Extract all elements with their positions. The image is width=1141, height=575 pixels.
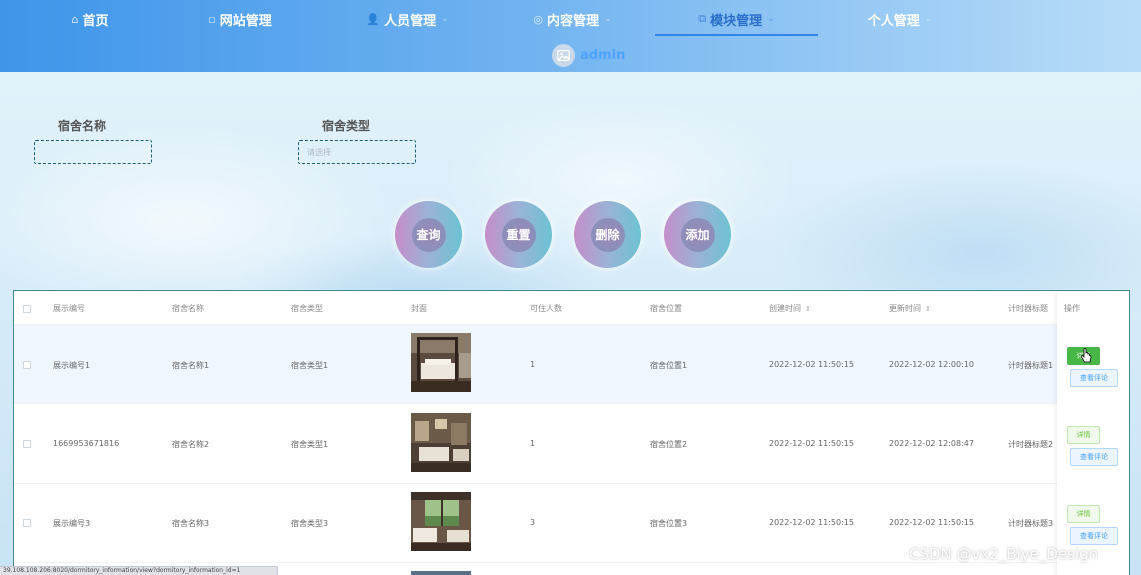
nav-label: 人员管理 — [384, 13, 437, 29]
cell-location: 宿舍位置1 — [650, 361, 688, 370]
cell-created: 2022-12-02 11:50:15 — [769, 439, 854, 448]
reset-button-label: 重置 — [501, 217, 536, 252]
browser-status-url: 39.108.108.206:8020/dormitory_informatio… — [0, 566, 278, 575]
image-icon — [557, 50, 570, 61]
cell-timer: 计时器标题3 — [1008, 519, 1054, 528]
cell-updated: 2022-12-02 12:08:47 — [889, 439, 974, 448]
nav-item-personal[interactable]: 个人管理 ⌄ — [855, 0, 945, 38]
nav-item-website[interactable]: ▫ 网站管理 — [190, 0, 290, 38]
select-all-checkbox[interactable] — [23, 305, 31, 313]
nav-item-people[interactable]: 👤 人员管理 ⌄ — [355, 0, 460, 38]
cell-name: 宿舍名称1 — [172, 361, 210, 370]
row-checkbox[interactable] — [23, 440, 31, 448]
view-comments-button[interactable]: 查看评论 — [1070, 527, 1118, 545]
cell-code: 1669953671816 — [53, 439, 120, 448]
col-capacity: 可住人数 — [530, 304, 562, 313]
cover-image — [411, 571, 471, 575]
user-icon: 👤 — [366, 12, 381, 26]
main-nav: ⌂ 首页 ▫ 网站管理 👤 人员管理 ⌄ ◎ 内容管理 ⌄ ⧉ 模块管理 ⌄ 个… — [0, 0, 1141, 38]
cell-timer: 计时器标题1 — [1008, 361, 1054, 370]
detail-button[interactable]: 详情 — [1067, 426, 1100, 444]
dorm-table: 展示编号 宿舍名称 宿舍类型 封面 可住人数 宿舍位置 创建时间 ⇕ 更新时间 ⇕ … — [13, 290, 1130, 575]
cell-updated: 2022-12-02 11:50:15 — [889, 518, 974, 527]
view-comments-button[interactable]: 查看评论 — [1070, 369, 1118, 387]
nav-label: 网站管理 — [219, 13, 272, 29]
cell-type: 宿舍类型1 — [291, 440, 329, 449]
cell-created: 2022-12-02 11:50:15 — [769, 518, 854, 527]
nav-item-home[interactable]: ⌂ 首页 — [45, 0, 135, 38]
top-navbar: ⌂ 首页 ▫ 网站管理 👤 人员管理 ⌄ ◎ 内容管理 ⌄ ⧉ 模块管理 ⌄ 个… — [0, 0, 1141, 72]
operations-column: 操作 详情 查看评论 详情 查看评论 详情 查看评论 — [1057, 291, 1129, 575]
delete-button-label: 删除 — [590, 217, 625, 252]
table-header: 展示编号 宿舍名称 宿舍类型 封面 可住人数 宿舍位置 创建时间 ⇕ 更新时间 ⇕ … — [14, 291, 1129, 325]
nav-label: 个人管理 — [867, 13, 920, 29]
cell-code: 展示编号3 — [53, 519, 91, 528]
col-updated-label: 更新时间 — [889, 304, 921, 313]
col-created[interactable]: 创建时间 ⇕ — [769, 303, 811, 314]
cell-capacity: 1 — [530, 439, 536, 448]
col-updated[interactable]: 更新时间 ⇕ — [889, 303, 931, 314]
cover-image[interactable] — [411, 333, 471, 392]
col-name: 宿舍名称 — [172, 304, 204, 313]
cell-created: 2022-12-02 11:50:15 — [769, 360, 854, 369]
col-timer: 计时器标题 — [1008, 304, 1048, 313]
col-type: 宿舍类型 — [291, 304, 323, 313]
home-icon: ⌂ — [71, 12, 79, 26]
cell-updated: 2022-12-02 12:00:10 — [889, 360, 974, 369]
username: admin — [580, 48, 626, 63]
cell-capacity: 3 — [530, 518, 536, 527]
nav-label: 内容管理 — [547, 13, 600, 29]
hand-cursor-icon — [1080, 348, 1092, 363]
cell-location: 宿舍位置3 — [650, 519, 688, 528]
cell-capacity: 1 — [530, 360, 536, 369]
delete-button[interactable]: 删除 — [574, 201, 641, 268]
query-button[interactable]: 查询 — [395, 201, 462, 268]
add-button-label: 添加 — [680, 217, 715, 252]
view-comments-button[interactable]: 查看评论 — [1070, 448, 1118, 466]
col-ops: 操作 — [1064, 304, 1080, 313]
row-checkbox[interactable] — [23, 361, 31, 369]
dorm-type-label: 宿舍类型 — [322, 119, 371, 133]
chevron-down-icon: ⌄ — [924, 14, 933, 24]
chevron-down-icon: ⌄ — [441, 14, 449, 24]
watermark: CSDN @vx2_Biye_Design — [909, 545, 1099, 563]
reset-button[interactable]: 重置 — [485, 201, 552, 268]
col-cover: 封面 — [411, 304, 427, 313]
cell-type: 宿舍类型3 — [291, 519, 329, 528]
add-button[interactable]: 添加 — [664, 201, 731, 268]
dorm-name-label: 宿舍名称 — [58, 119, 107, 133]
avatar — [552, 44, 575, 67]
col-location: 宿舍位置 — [650, 304, 682, 313]
detail-button[interactable]: 详情 — [1067, 505, 1100, 523]
module-icon: ⧉ — [698, 12, 707, 25]
cell-name: 宿舍名称3 — [172, 519, 210, 528]
content-icon: ◎ — [533, 12, 544, 26]
cell-type: 宿舍类型1 — [291, 361, 329, 370]
cell-code: 展示编号1 — [53, 361, 91, 370]
col-code: 展示编号 — [53, 304, 85, 313]
cell-name: 宿舍名称2 — [172, 440, 210, 449]
col-created-label: 创建时间 — [769, 304, 801, 313]
sort-icon[interactable]: ⇕ — [805, 305, 811, 313]
nav-item-module[interactable]: ⧉ 模块管理 ⌄ — [655, 0, 818, 38]
row-checkbox[interactable] — [23, 519, 31, 527]
sort-icon[interactable]: ⇕ — [925, 305, 931, 313]
dorm-type-select[interactable] — [298, 140, 416, 164]
dorm-name-input[interactable] — [34, 140, 152, 164]
cover-image[interactable] — [411, 413, 471, 472]
table-row[interactable]: 1669953671816 宿舍名称2 宿舍类型1 1 宿舍位置2 2022-1… — [14, 405, 1129, 484]
query-button-label: 查询 — [411, 217, 446, 252]
cell-timer: 计时器标题2 — [1008, 440, 1054, 449]
chevron-down-icon: ⌄ — [604, 14, 612, 24]
grid-icon: ▫ — [208, 12, 216, 26]
nav-item-content[interactable]: ◎ 内容管理 ⌄ — [520, 0, 625, 38]
nav-label: 首页 — [82, 13, 109, 29]
cell-location: 宿舍位置2 — [650, 440, 688, 449]
table-row[interactable]: 展示编号1 宿舍名称1 宿舍类型1 1 宿舍位置1 2022-12-02 11:… — [14, 325, 1129, 404]
nav-label: 模块管理 — [710, 13, 763, 29]
user-menu[interactable]: admin — [552, 44, 625, 67]
cover-image[interactable] — [411, 492, 471, 551]
chevron-down-icon: ⌄ — [767, 14, 775, 24]
